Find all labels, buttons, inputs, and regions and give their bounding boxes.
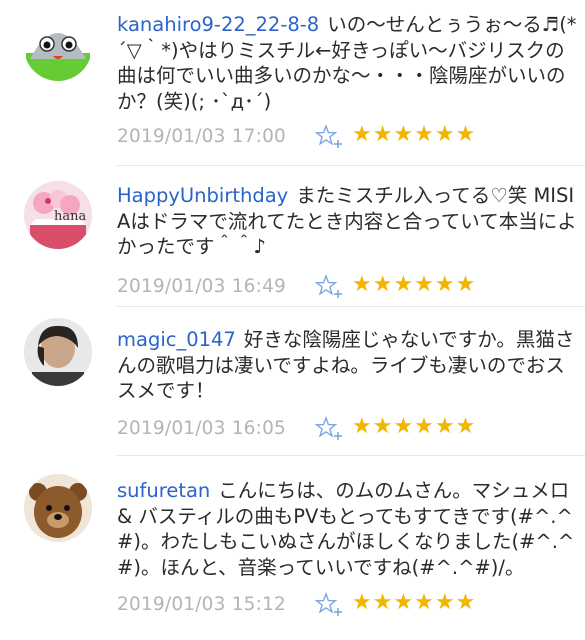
divider — [117, 306, 585, 307]
comment-username[interactable]: HappyUnbirthday — [117, 184, 288, 207]
comment-content: HappyUnbirthday またミスチル入ってる♡笑 MISIAはドラマで流れ… — [117, 183, 579, 304]
comment-text-block: HappyUnbirthday またミスチル入ってる♡笑 MISIAはドラマで流れ… — [117, 183, 579, 260]
comment-list: kanahiro9-22_22-8-8 いの～せんとぅうぉ～る♬(*´▽｀*)やは… — [0, 0, 585, 640]
comment-content: kanahiro9-22_22-8-8 いの～せんとぅうぉ～る♬(*´▽｀*)やは… — [117, 12, 579, 154]
avatar-caption: hana — [54, 209, 87, 224]
comment-text-block: kanahiro9-22_22-8-8 いの～せんとぅうぉ～る♬(*´▽｀*)やは… — [117, 12, 579, 114]
avatar[interactable]: hana — [24, 181, 92, 249]
comment-text-block: sufuretan こんにちは、のムのムさん。マシュメロ & バスティルの曲もPV… — [117, 478, 579, 580]
comment-content: magic_0147 好きな陰陽座じゃないですか。黒猫さんの歌唱力は凄いですよね。… — [117, 327, 579, 446]
add-star-icon[interactable] — [315, 415, 343, 442]
comment-username[interactable]: sufuretan — [117, 479, 210, 502]
teddy-bear-icon — [24, 474, 92, 542]
avatar[interactable] — [24, 13, 92, 81]
add-star-icon[interactable] — [315, 124, 343, 150]
comment-date[interactable]: 2019/01/03 16:49 — [117, 276, 286, 297]
avatar[interactable] — [24, 474, 92, 542]
avatar[interactable] — [24, 318, 92, 386]
person-photo-icon — [24, 318, 92, 386]
comment-content: sufuretan こんにちは、のムのムさん。マシュメロ & バスティルの曲もPV… — [117, 478, 579, 622]
add-star-icon[interactable] — [315, 592, 343, 618]
comment-username[interactable]: kanahiro9-22_22-8-8 — [117, 13, 319, 36]
divider — [117, 165, 585, 166]
comment-text-block: magic_0147 好きな陰陽座じゃないですか。黒猫さんの歌唱力は凄いですよね。… — [117, 327, 579, 404]
star-rating[interactable]: ★★★★★★ — [352, 272, 476, 297]
comment-meta: 2019/01/03 17:00 ★★★★★★ — [117, 122, 579, 154]
comment-meta: 2019/01/03 15:12 ★★★★★★ — [117, 590, 579, 622]
star-rating[interactable]: ★★★★★★ — [352, 414, 476, 439]
comment-meta: 2019/01/03 16:05 ★★★★★★ — [117, 414, 579, 446]
star-rating[interactable]: ★★★★★★ — [352, 122, 476, 147]
add-star-icon[interactable] — [315, 273, 343, 300]
green-robot-icon — [24, 13, 92, 81]
comment-date[interactable]: 2019/01/03 15:12 — [117, 594, 286, 615]
comment-meta: 2019/01/03 16:49 ★★★★★★ — [117, 272, 579, 304]
divider — [117, 455, 585, 456]
comment-date[interactable]: 2019/01/03 17:00 — [117, 126, 286, 147]
comment-username[interactable]: magic_0147 — [117, 328, 236, 351]
star-rating[interactable]: ★★★★★★ — [352, 590, 476, 615]
comment-date[interactable]: 2019/01/03 16:05 — [117, 418, 286, 439]
